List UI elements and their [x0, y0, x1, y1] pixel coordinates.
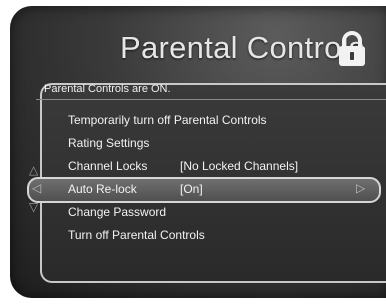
- padlock-icon: [339, 31, 365, 66]
- menu-item-rating-settings[interactable]: Rating Settings: [68, 136, 149, 150]
- auto-relock-value: [On]: [180, 182, 203, 196]
- arrow-left-icon[interactable]: ◁: [32, 182, 41, 194]
- status-text: Parental Controls are ON.: [44, 83, 171, 95]
- screen-frame: Parental Controls: [10, 6, 386, 298]
- arrow-up-icon[interactable]: △: [29, 164, 38, 176]
- menu-item-change-password[interactable]: Change Password: [68, 205, 166, 219]
- menu-item-turn-off-parental-controls[interactable]: Turn off Parental Controls: [68, 228, 205, 242]
- divider: [36, 99, 386, 100]
- arrow-down-icon[interactable]: ▽: [29, 201, 38, 213]
- menu-item-temporarily-turn-off[interactable]: Temporarily turn off Parental Controls: [68, 113, 267, 127]
- menu-item-channel-locks[interactable]: Channel Locks: [68, 159, 147, 173]
- arrow-right-icon[interactable]: ▷: [356, 182, 365, 194]
- channel-locks-value: [No Locked Channels]: [180, 159, 299, 173]
- menu-item-auto-relock[interactable]: Auto Re-lock: [68, 182, 137, 196]
- page-title: Parental Controls: [120, 30, 365, 65]
